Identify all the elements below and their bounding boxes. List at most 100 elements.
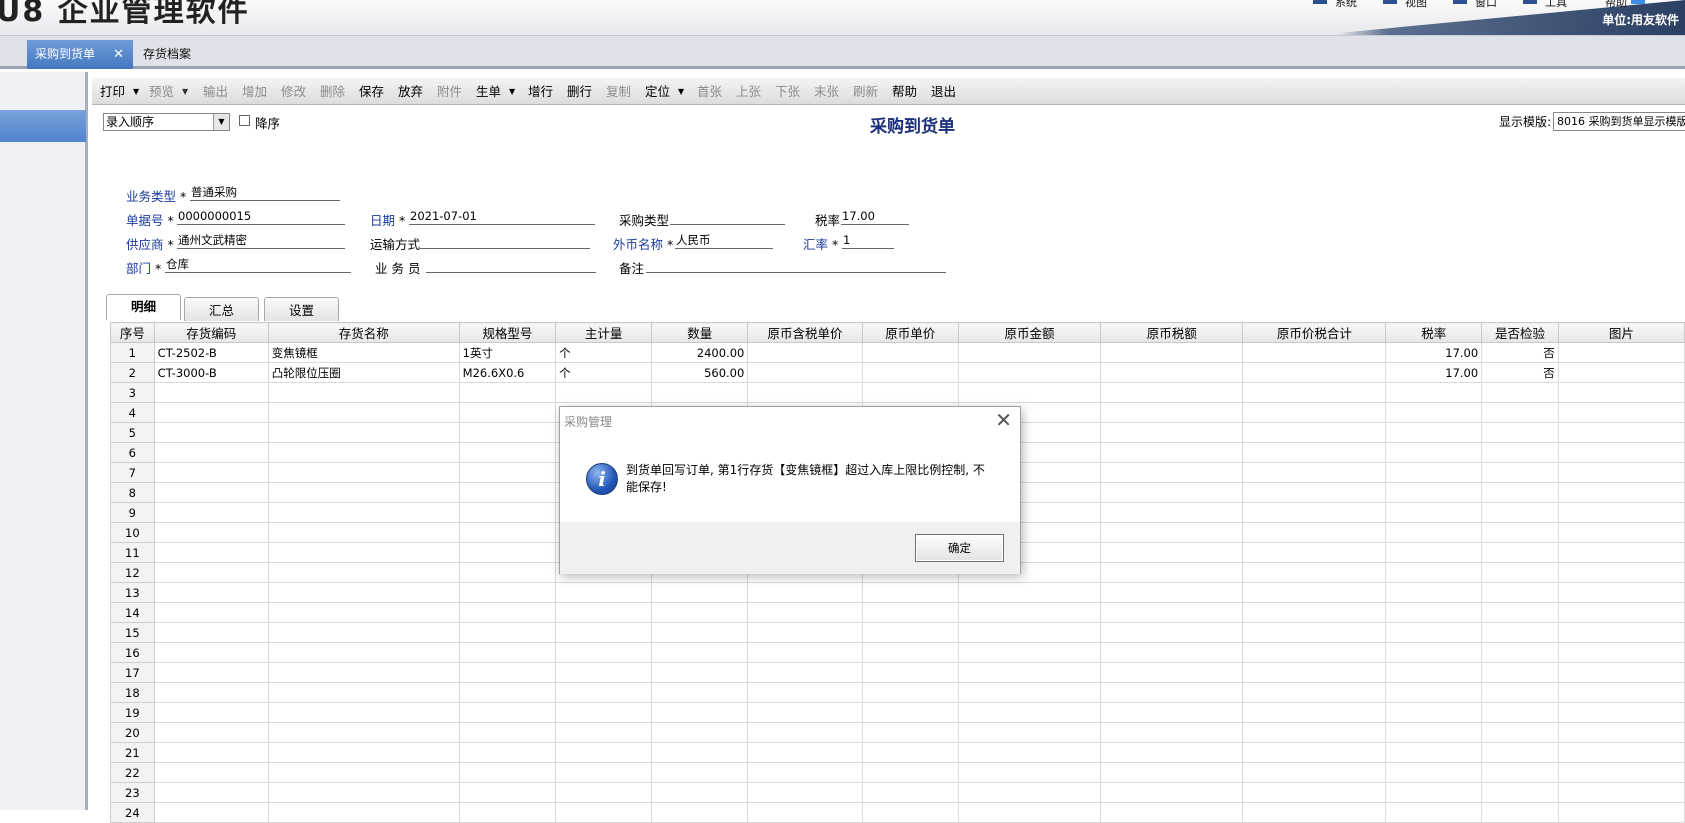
table-cell[interactable] xyxy=(153,702,269,723)
column-header[interactable]: 主计量 xyxy=(555,322,653,343)
table-cell[interactable] xyxy=(747,622,863,643)
table-cell[interactable] xyxy=(1481,782,1559,803)
table-cell[interactable] xyxy=(1481,462,1559,483)
table-cell[interactable] xyxy=(1481,542,1559,563)
table-cell[interactable] xyxy=(267,402,460,423)
table-cell[interactable] xyxy=(957,722,1102,743)
refresh-button[interactable]: 刷新 xyxy=(853,78,878,105)
close-icon[interactable]: ✕ xyxy=(113,40,124,69)
table-cell[interactable]: 560.00 xyxy=(651,362,749,383)
attach-button[interactable]: 附件 xyxy=(437,78,462,105)
table-cell[interactable]: 1英寸 xyxy=(458,342,557,363)
locate-button[interactable]: 定位 ▼ xyxy=(645,78,684,105)
table-cell[interactable] xyxy=(555,802,653,823)
table-cell[interactable] xyxy=(1481,582,1559,603)
table-cell[interactable] xyxy=(1100,442,1244,463)
table-cell[interactable] xyxy=(1100,362,1244,383)
tab-summary[interactable]: 汇总 xyxy=(184,297,259,321)
table-cell[interactable] xyxy=(1385,682,1483,703)
chevron-down-icon[interactable]: ▼ xyxy=(509,78,515,105)
menu-system[interactable]: 系统 xyxy=(1313,0,1357,10)
tab-purchase-arrival[interactable]: 采购到货单 ✕ xyxy=(27,40,133,69)
table-cell[interactable] xyxy=(267,642,460,663)
table-cell[interactable] xyxy=(861,342,959,363)
table-cell[interactable]: 个 xyxy=(555,342,653,363)
table-cell[interactable] xyxy=(957,682,1102,703)
table-cell[interactable] xyxy=(651,802,749,823)
table-cell[interactable] xyxy=(747,802,863,823)
table-cell[interactable] xyxy=(1385,602,1483,623)
table-cell[interactable] xyxy=(957,602,1102,623)
table-cell[interactable] xyxy=(747,382,863,403)
table-cell[interactable] xyxy=(1385,422,1483,443)
table-cell[interactable] xyxy=(861,602,959,623)
table-row[interactable]: 15 xyxy=(110,622,1685,643)
table-cell[interactable] xyxy=(267,382,460,403)
exit-button[interactable]: 退出 xyxy=(931,78,956,105)
table-cell[interactable] xyxy=(267,422,460,443)
table-cell[interactable] xyxy=(153,542,269,563)
table-cell[interactable] xyxy=(555,762,653,783)
table-cell[interactable] xyxy=(1100,342,1244,363)
table-cell[interactable] xyxy=(153,802,269,823)
table-cell[interactable] xyxy=(1557,802,1685,823)
table-cell[interactable] xyxy=(1557,402,1685,423)
table-cell[interactable] xyxy=(747,742,863,763)
chevron-down-icon[interactable]: ▼ xyxy=(213,114,229,130)
table-cell[interactable] xyxy=(267,802,460,823)
table-cell[interactable] xyxy=(651,782,749,803)
table-cell[interactable] xyxy=(1557,662,1685,683)
tax-rate-field[interactable]: 17.00 xyxy=(841,209,909,225)
table-cell[interactable] xyxy=(267,522,460,543)
generate-button[interactable]: 生单 ▼ xyxy=(476,78,515,105)
table-row[interactable]: 16 xyxy=(110,642,1685,663)
table-cell[interactable] xyxy=(153,522,269,543)
table-cell[interactable] xyxy=(458,782,557,803)
table-cell[interactable] xyxy=(651,682,749,703)
chevron-down-icon[interactable]: ▼ xyxy=(182,78,188,105)
table-cell[interactable] xyxy=(747,602,863,623)
table-cell[interactable] xyxy=(957,362,1102,383)
table-cell[interactable] xyxy=(458,642,557,663)
table-cell[interactable] xyxy=(1481,522,1559,543)
table-cell[interactable] xyxy=(1557,722,1685,743)
table-cell[interactable] xyxy=(1481,502,1559,523)
table-cell[interactable] xyxy=(458,722,557,743)
table-row[interactable]: 22 xyxy=(110,762,1685,783)
table-cell[interactable] xyxy=(267,742,460,763)
table-cell[interactable] xyxy=(861,702,959,723)
table-cell[interactable] xyxy=(1100,542,1244,563)
output-button[interactable]: 输出 xyxy=(203,78,228,105)
table-cell[interactable] xyxy=(1100,562,1244,583)
table-cell[interactable] xyxy=(1481,722,1559,743)
remark-field[interactable] xyxy=(646,257,946,273)
table-cell[interactable] xyxy=(651,642,749,663)
table-row[interactable]: 21 xyxy=(110,742,1685,763)
table-cell[interactable] xyxy=(1385,802,1483,823)
table-cell[interactable] xyxy=(1557,482,1685,503)
table-cell[interactable] xyxy=(153,382,269,403)
table-cell[interactable] xyxy=(267,462,460,483)
column-header[interactable]: 序号 xyxy=(110,322,155,343)
table-cell[interactable] xyxy=(458,502,557,523)
column-header[interactable]: 原币单价 xyxy=(861,322,959,343)
left-nav-selected-item[interactable] xyxy=(0,110,86,142)
table-cell[interactable]: 凸轮限位压圈 xyxy=(267,362,460,383)
table-cell[interactable] xyxy=(1242,682,1387,703)
table-cell[interactable] xyxy=(267,442,460,463)
table-cell[interactable] xyxy=(957,802,1102,823)
table-cell[interactable] xyxy=(957,382,1102,403)
table-cell[interactable] xyxy=(651,582,749,603)
table-cell[interactable] xyxy=(458,522,557,543)
table-cell[interactable] xyxy=(651,382,749,403)
table-cell[interactable] xyxy=(1100,482,1244,503)
table-cell[interactable] xyxy=(555,582,653,603)
table-cell[interactable] xyxy=(1557,342,1685,363)
table-cell[interactable] xyxy=(651,722,749,743)
table-cell[interactable] xyxy=(1557,582,1685,603)
table-cell[interactable] xyxy=(458,602,557,623)
table-cell[interactable] xyxy=(861,742,959,763)
table-row[interactable]: 24 xyxy=(110,802,1685,823)
table-cell[interactable] xyxy=(153,642,269,663)
table-cell[interactable] xyxy=(1385,662,1483,683)
